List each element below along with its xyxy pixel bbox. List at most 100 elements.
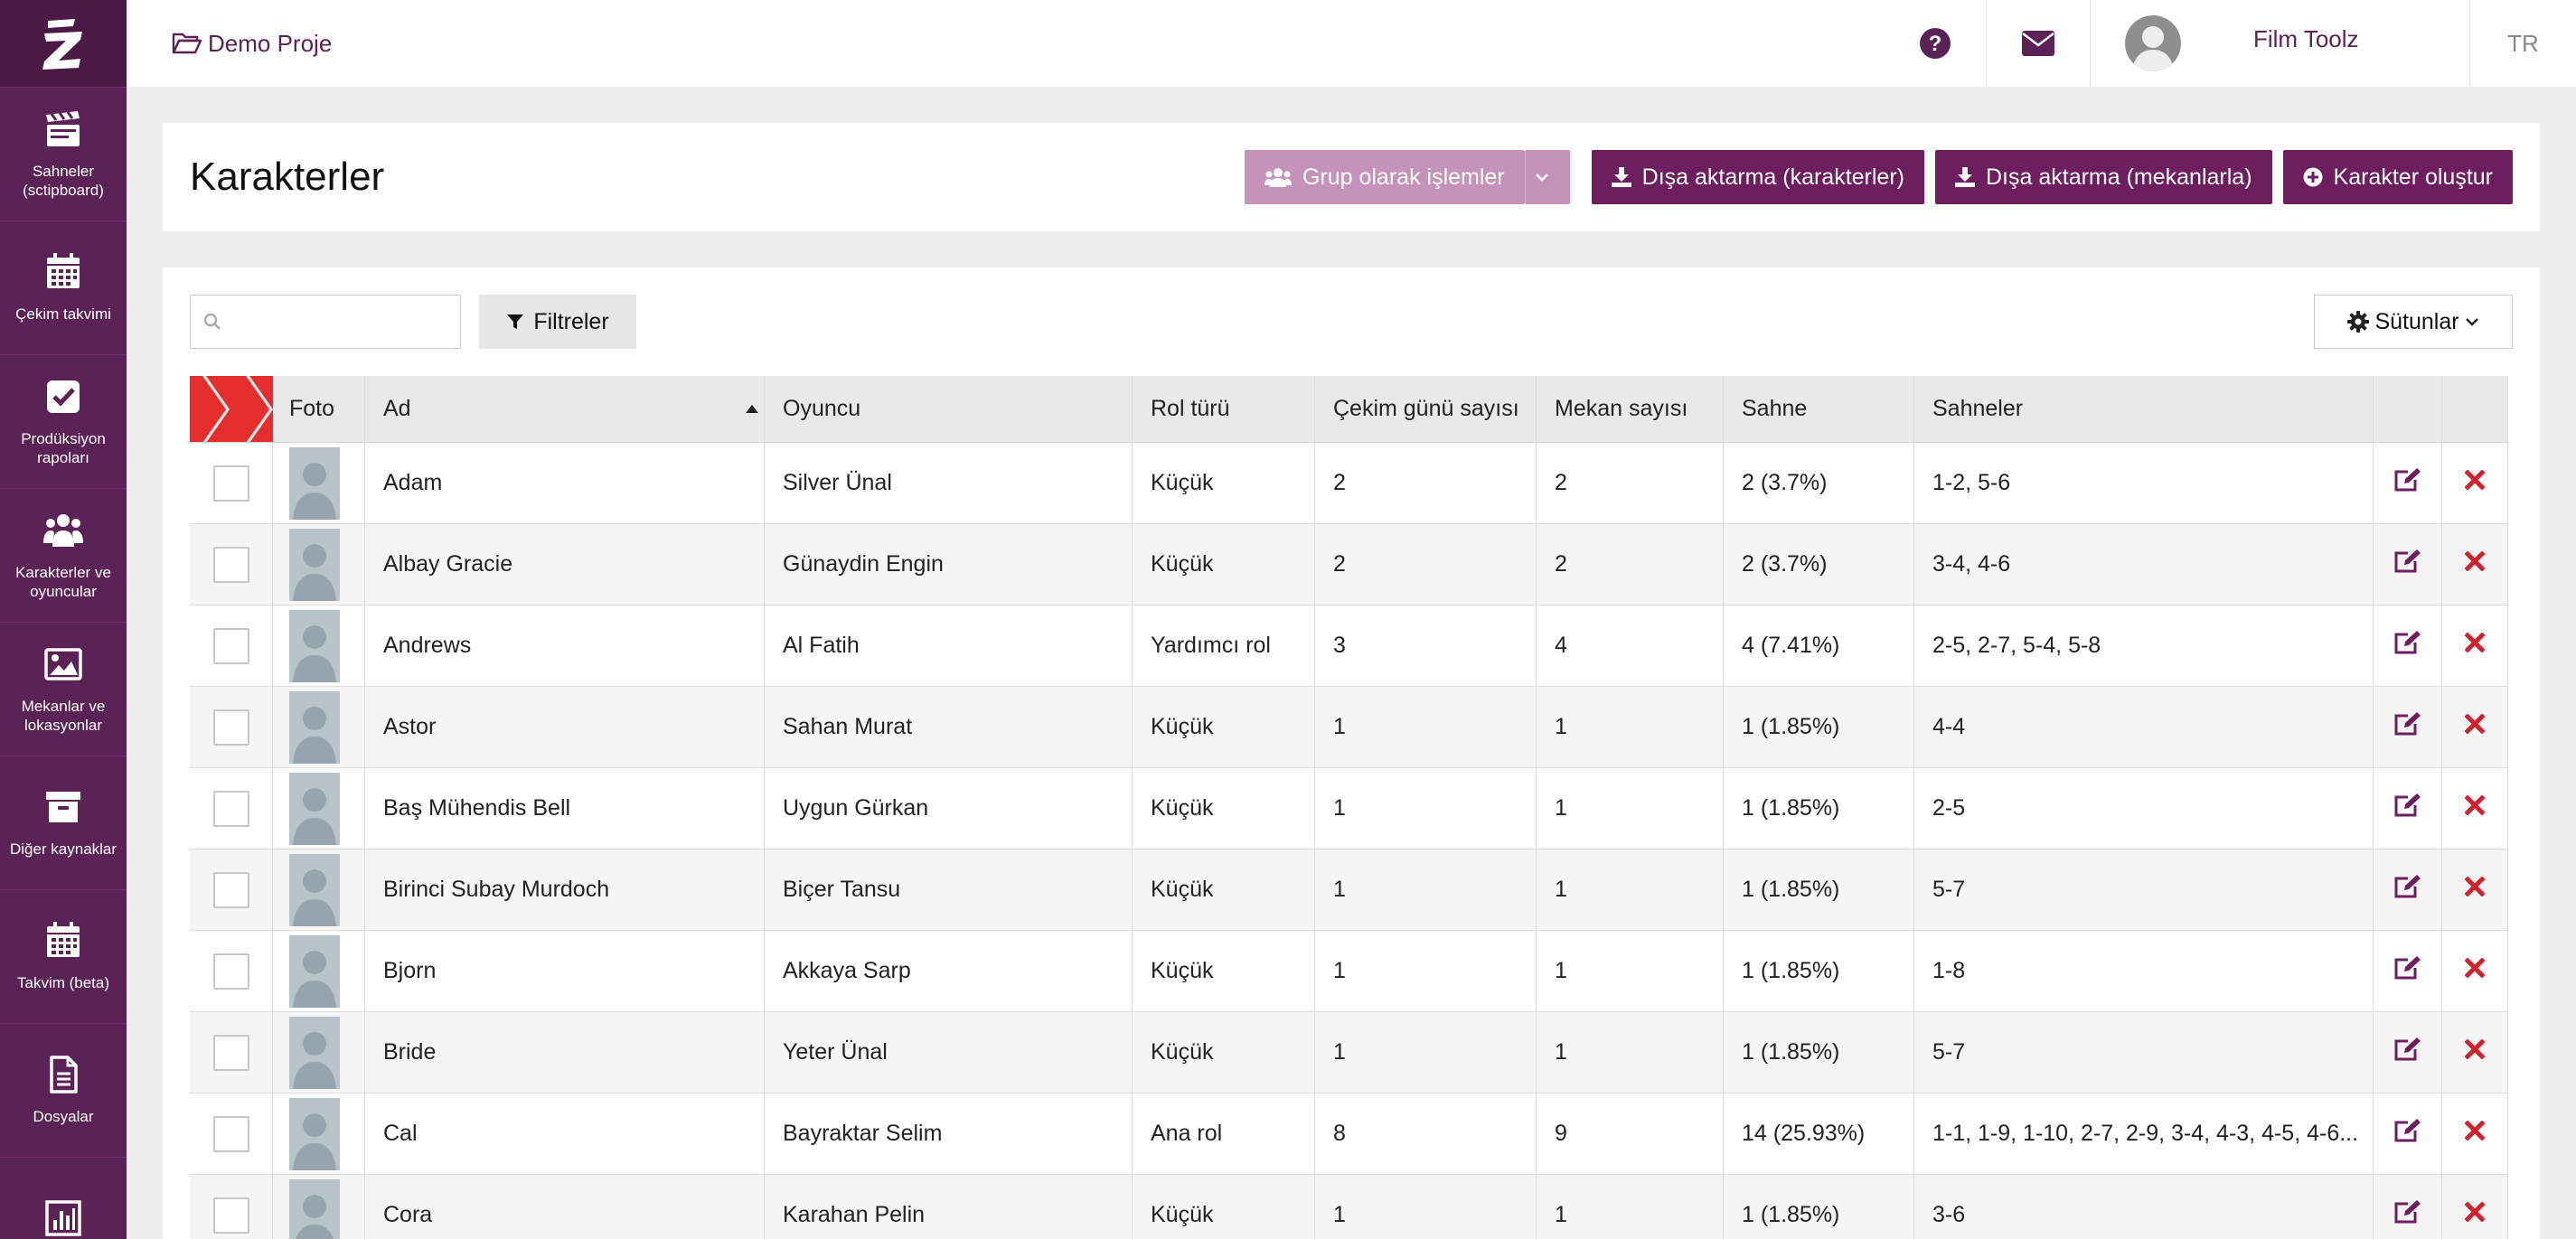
delete-icon[interactable] (2464, 632, 2486, 659)
table-row[interactable]: Albay Gracie Günaydin Engin Küçük 2 2 2 (3.7%… (190, 524, 2508, 605)
row-checkbox[interactable] (212, 1115, 249, 1152)
column-header-rol-turu[interactable]: Rol türü (1133, 376, 1315, 442)
row-checkbox[interactable] (212, 709, 249, 746)
column-header-sahneler[interactable]: Sahneler (1914, 376, 2374, 442)
edit-cell (2374, 687, 2442, 767)
create-character-button[interactable]: Karakter oluştur (2282, 150, 2513, 204)
photo-cell (273, 1175, 365, 1239)
delete-cell (2442, 849, 2508, 930)
column-header-ad[interactable]: Ad (365, 376, 765, 442)
row-checkbox[interactable] (212, 953, 249, 990)
table-row[interactable]: Bjorn Akkaya Sarp Küçük 1 1 1 (1.85%) 1-8 (190, 931, 2508, 1012)
table-row[interactable]: Cal Bayraktar Selim Ana rol 8 9 14 (25.93%) 1-… (190, 1094, 2508, 1175)
filters-button[interactable]: Filtreler (479, 295, 636, 349)
sidebar-item-6[interactable]: Takvim (beta) (0, 889, 127, 1023)
character-name[interactable]: Adam (365, 443, 765, 523)
delete-icon[interactable] (2464, 469, 2486, 496)
character-name[interactable]: Cal (365, 1094, 765, 1174)
export-locations-button[interactable]: Dışa aktarma (mekanlarla) (1935, 150, 2272, 204)
character-name[interactable]: Birinci Subay Murdoch (365, 849, 765, 930)
sidebar-item-8[interactable] (0, 1157, 127, 1239)
row-checkbox[interactable] (212, 790, 249, 827)
delete-icon[interactable] (2464, 876, 2486, 903)
table-row[interactable]: Adam Silver Ünal Küçük 2 2 2 (3.7%) 1-2, 5-6 (190, 443, 2508, 524)
cell-oyuncu: Sahan Murat (765, 687, 1133, 767)
delete-icon[interactable] (2464, 1120, 2486, 1147)
column-header-oyuncu[interactable]: Oyuncu (765, 376, 1133, 442)
edit-icon[interactable] (2393, 1199, 2422, 1231)
sidebar-item-2[interactable]: Prodüksiyon rapoları (0, 354, 127, 488)
character-name[interactable]: Andrews (365, 605, 765, 686)
user-menu[interactable]: Film Toolz (2090, 0, 2469, 87)
table-row[interactable]: Bride Yeter Ünal Küçük 1 1 1 (1.85%) 5-7 (190, 1012, 2508, 1094)
question-circle-icon: ? (1920, 28, 1951, 59)
edit-icon[interactable] (2393, 1037, 2422, 1068)
sidebar-item-1[interactable]: Çekim takvimi (0, 221, 127, 354)
edit-icon[interactable] (2393, 874, 2422, 906)
sidebar-item-7[interactable]: Dosyalar (0, 1023, 127, 1157)
messages-button[interactable] (1986, 0, 2090, 87)
row-checkbox[interactable] (212, 871, 249, 908)
row-checkbox[interactable] (212, 546, 249, 583)
cell-oyuncu: Akkaya Sarp (765, 931, 1133, 1011)
character-name[interactable]: Albay Gracie (365, 524, 765, 605)
cell-rol: Küçük (1133, 1012, 1315, 1093)
select-cell (190, 1094, 273, 1174)
delete-icon[interactable] (2464, 957, 2486, 984)
column-header-cekim-gunu[interactable]: Çekim günü sayısı (1315, 376, 1537, 442)
sidebar-item-4[interactable]: Mekanlar ve lokasyonlar (0, 622, 127, 756)
edit-icon[interactable] (2393, 711, 2422, 743)
sidebar-item-5[interactable]: Diğer kaynaklar (0, 756, 127, 889)
characters-table: Foto Ad Oyuncu Rol türü Çekim günü sayıs… (190, 376, 2508, 1239)
search-input[interactable] (232, 310, 458, 333)
table-row[interactable]: Astor Sahan Murat Küçük 1 1 1 (1.85%) 4-4 (190, 687, 2508, 768)
language-switch[interactable]: TR (2469, 0, 2576, 87)
table-row[interactable]: Birinci Subay Murdoch Biçer Tansu Küçük 1 1 1… (190, 849, 2508, 931)
group-actions-button[interactable]: Grup olarak işlemler (1244, 150, 1525, 204)
row-checkbox[interactable] (212, 465, 249, 502)
table-row[interactable]: Cora Karahan Pelin Küçük 1 1 1 (1.85%) 3-6 (190, 1175, 2508, 1239)
column-header-sahne[interactable]: Sahne (1724, 376, 1914, 442)
sidebar-item-3[interactable]: Karakterler ve oyuncular (0, 488, 127, 622)
row-checkbox[interactable] (212, 1034, 249, 1071)
columns-button[interactable]: Sütunlar (2314, 295, 2513, 349)
sidebar-item-label: Dosyalar (33, 1108, 94, 1125)
placeholder-photo-icon (289, 934, 340, 1008)
delete-icon[interactable] (2464, 550, 2486, 577)
table-row[interactable]: Andrews Al Fatih Yardımcı rol 3 4 4 (7.41%) 2-… (190, 605, 2508, 687)
row-checkbox[interactable] (212, 627, 249, 664)
project-link[interactable]: Demo Proje (172, 30, 332, 58)
group-actions-dropdown[interactable] (1524, 150, 1570, 204)
photo-cell (273, 849, 365, 930)
table-row[interactable]: Baş Mühendis Bell Uygun Gürkan Küçük 1 1 1 (1… (190, 768, 2508, 849)
delete-icon[interactable] (2464, 794, 2486, 821)
edit-icon[interactable] (2393, 793, 2422, 824)
edit-icon[interactable] (2393, 467, 2422, 499)
export-characters-button[interactable]: Dışa aktarma (karakterler) (1591, 150, 1924, 204)
row-checkbox[interactable] (212, 1197, 249, 1234)
column-header-mekan-sayisi[interactable]: Mekan sayısı (1537, 376, 1724, 442)
delete-icon[interactable] (2464, 1038, 2486, 1065)
character-name[interactable]: Bjorn (365, 931, 765, 1011)
character-name[interactable]: Astor (365, 687, 765, 767)
sidebar-item-0[interactable]: Sahneler (sctipboard) (0, 87, 127, 221)
app-logo[interactable] (0, 0, 127, 87)
edit-cell (2374, 931, 2442, 1011)
photo-cell (273, 687, 365, 767)
export-locations-label: Dışa aktarma (mekanlarla) (1986, 164, 2252, 190)
edit-icon[interactable] (2393, 630, 2422, 662)
help-button[interactable]: ? (1885, 0, 1986, 87)
delete-icon[interactable] (2464, 1201, 2486, 1228)
edit-icon[interactable] (2393, 1118, 2422, 1150)
placeholder-photo-icon (289, 1097, 340, 1170)
character-name[interactable]: Baş Mühendis Bell (365, 768, 765, 849)
cell-mekan: 1 (1537, 1012, 1724, 1093)
character-name[interactable]: Bride (365, 1012, 765, 1093)
character-name[interactable]: Cora (365, 1175, 765, 1239)
delete-icon[interactable] (2464, 713, 2486, 740)
edit-cell (2374, 1012, 2442, 1093)
edit-icon[interactable] (2393, 955, 2422, 987)
edit-icon[interactable] (2393, 549, 2422, 580)
column-header-foto[interactable]: Foto (273, 376, 365, 442)
delete-cell (2442, 1012, 2508, 1093)
